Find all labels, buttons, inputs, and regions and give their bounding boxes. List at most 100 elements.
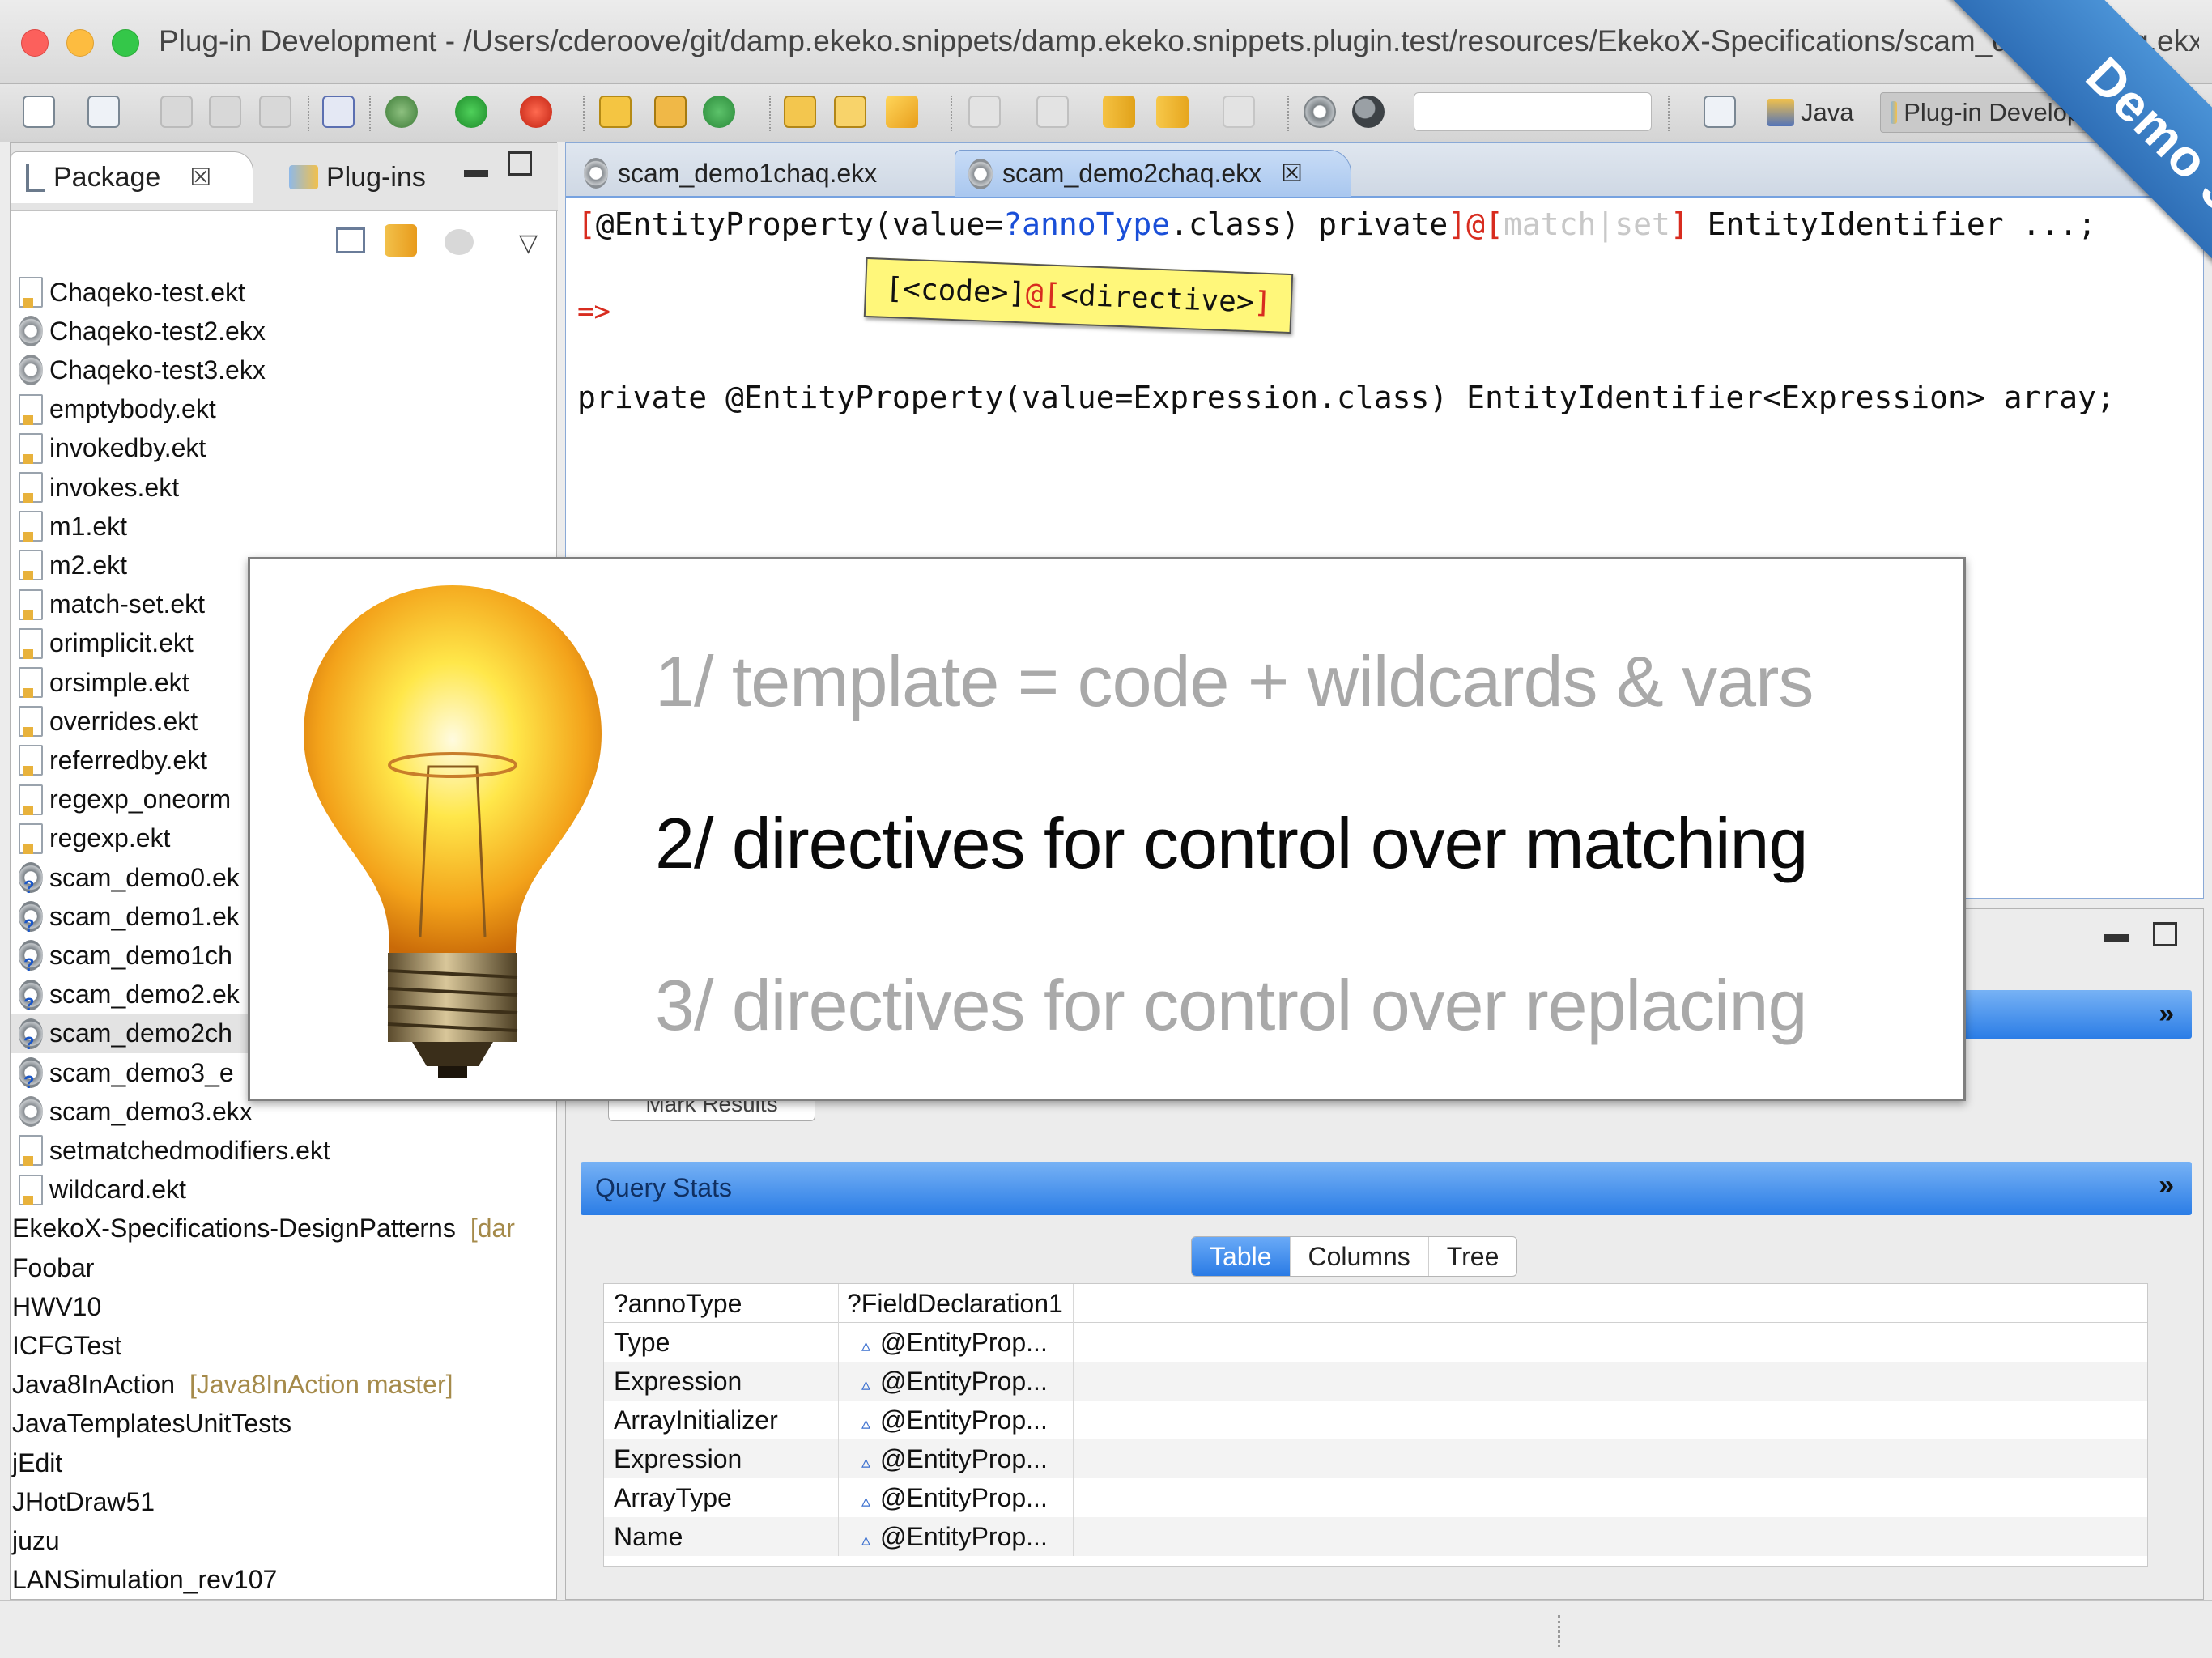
next-annotation-icon[interactable] [968, 96, 1001, 128]
collapse-chevron-icon[interactable]: » [2159, 1170, 2174, 1201]
close-tab-icon[interactable]: ☒ [189, 164, 211, 192]
left-panel-tabs: Package ☒ Plug-ins ▬ [11, 143, 558, 211]
maximize-window-button[interactable] [112, 29, 139, 57]
print-icon[interactable] [259, 96, 291, 128]
tree-file-item[interactable]: invokedby.ekt [11, 429, 556, 468]
table-row[interactable]: Name ▵ @EntityProp... [604, 1517, 2147, 1556]
skip-breakpoints-icon[interactable] [322, 96, 355, 128]
view-mode-table[interactable]: Table [1192, 1237, 1291, 1276]
result-code-line[interactable]: private @EntityProperty(value=Expression… [577, 380, 2115, 415]
directive-text: match|set [1503, 206, 1670, 242]
tree-file-label: regexp_oneorm [49, 784, 232, 814]
tree-file-item[interactable]: Chaqeko-test.ekt [11, 273, 556, 312]
tree-project-item[interactable]: Foobar [11, 1248, 556, 1287]
ast-node-icon: ▵ [861, 1413, 871, 1433]
query-stats-label: Query Stats [595, 1173, 732, 1202]
tree-file-label: scam_demo1ch [49, 940, 232, 970]
project-git-tag: [dar [470, 1214, 515, 1244]
new-java-project-icon[interactable] [599, 96, 632, 128]
template-line[interactable]: [@EntityProperty(value=?annoType.class) … [577, 206, 2096, 242]
table-cell: ArrayType [604, 1478, 839, 1517]
table-row[interactable]: Expression ▵ @EntityProp... [604, 1439, 2147, 1478]
open-perspective-icon[interactable] [1704, 96, 1736, 128]
tree-project-item[interactable]: jEdit [11, 1443, 556, 1482]
view-menu-chevron-down-icon[interactable]: ▽ [519, 229, 538, 257]
tree-project-item[interactable]: JavaTemplatesUnitTests [11, 1405, 556, 1443]
close-window-button[interactable] [21, 29, 49, 57]
tree-project-item[interactable]: ICFGTest [11, 1326, 556, 1365]
tree-file-label: Chaqeko-test.ekt [49, 277, 245, 307]
collapse-all-icon[interactable] [336, 227, 365, 253]
table-cell-value: @EntityProp... [880, 1405, 1048, 1435]
tree-project-item[interactable]: JHotDraw51 [11, 1482, 556, 1521]
ast-node-icon: ▵ [861, 1529, 871, 1550]
tree-project-item[interactable]: juzu [11, 1521, 556, 1560]
last-edit-icon[interactable] [1103, 96, 1135, 128]
previous-annotation-icon[interactable] [1036, 96, 1069, 128]
view-mode-columns[interactable]: Columns [1291, 1237, 1429, 1276]
new-file-icon[interactable] [23, 96, 55, 128]
tree-file-item[interactable]: wildcard.ekt [11, 1171, 556, 1209]
save-icon[interactable] [160, 96, 193, 128]
tree-file-item[interactable]: invokes.ekt [11, 468, 556, 507]
save-all-icon[interactable] [209, 96, 241, 128]
search-icon[interactable] [1352, 96, 1385, 128]
ekx-file-icon [19, 940, 43, 975]
maximize-icon[interactable] [508, 151, 532, 176]
query-stats-header[interactable]: Query Stats » [581, 1162, 2192, 1215]
tab-package-label: Package [53, 162, 161, 193]
new-wizard-icon[interactable] [87, 96, 120, 128]
slide-overlay: 1/ template = code + wildcards & vars 2/… [248, 557, 1966, 1101]
perspective-java[interactable]: Java [1757, 92, 1863, 133]
link-with-editor-icon[interactable] [385, 224, 417, 257]
new-class-icon[interactable] [703, 96, 735, 128]
maximize-icon[interactable] [2153, 922, 2177, 946]
ekeko-gear-icon[interactable] [1304, 96, 1336, 128]
tree-project-item[interactable]: EkekoX-Specifications-DesignPatterns [dar [11, 1209, 556, 1248]
tab-package-explorer[interactable]: Package ☒ [11, 151, 253, 203]
toolbar-search-input[interactable] [1414, 92, 1652, 131]
pen-icon[interactable] [886, 96, 918, 128]
back-icon[interactable] [1156, 96, 1189, 128]
tree-file-item[interactable]: setmatchedmodifiers.ekt [11, 1131, 556, 1170]
table-row[interactable]: ArrayType ▵ @EntityProp... [604, 1478, 2147, 1517]
view-mode-segmented-control: Table Columns Tree [1191, 1236, 1518, 1277]
table-row[interactable]: Expression ▵ @EntityProp... [604, 1362, 2147, 1401]
tree-file-item[interactable]: emptybody.ekt [11, 390, 556, 429]
minimize-icon[interactable]: ▬ [2104, 920, 2129, 948]
overlay-point-1: 1/ template = code + wildcards & vars [655, 641, 1814, 721]
tree-file-item[interactable]: Chaqeko-test3.ekx [11, 351, 556, 389]
open-folder-icon[interactable] [834, 96, 866, 128]
open-type-icon[interactable] [784, 96, 816, 128]
minimize-icon[interactable]: ▬ [464, 156, 488, 184]
table-cell-value: @EntityProp... [880, 1444, 1048, 1473]
run-icon[interactable] [455, 96, 487, 128]
new-package-icon[interactable] [654, 96, 687, 128]
table-column-header[interactable]: ?FieldDeclaration1 [839, 1284, 1074, 1323]
tree-file-label: regexp.ekt [49, 823, 171, 853]
table-column-header[interactable]: ?annoType [604, 1284, 839, 1323]
view-mode-tree[interactable]: Tree [1429, 1237, 1517, 1276]
tree-file-label: invokes.ekt [49, 472, 180, 502]
ekt-file-icon [19, 706, 43, 738]
filter-icon[interactable] [445, 229, 474, 255]
tree-project-item[interactable]: Java8InAction [Java8InAction master] [11, 1366, 556, 1405]
table-row[interactable]: Type ▵ @EntityProp... [604, 1323, 2147, 1362]
tree-project-item[interactable]: LANSimulation_rev107 [11, 1561, 556, 1597]
collapse-chevron-icon[interactable]: » [2159, 998, 2174, 1030]
tree-file-item[interactable]: m1.ekt [11, 507, 556, 546]
debug-icon[interactable] [385, 96, 418, 128]
tree-file-item[interactable]: Chaqeko-test2.ekx [11, 312, 556, 351]
editor-tab-scam-demo1chaq[interactable]: scam_demo1chaq.ekx [571, 150, 945, 197]
editor-tab-scam-demo2chaq[interactable]: scam_demo2chaq.ekx ☒ [955, 150, 1351, 197]
tree-project-item[interactable]: HWV10 [11, 1287, 556, 1326]
tab-plug-ins[interactable]: Plug-ins [289, 151, 426, 203]
resize-grip[interactable] [1558, 1615, 1561, 1647]
hint-at: @[ [1025, 277, 1062, 312]
external-tools-icon[interactable] [520, 96, 552, 128]
minimize-window-button[interactable] [66, 29, 94, 57]
forward-icon[interactable] [1223, 96, 1255, 128]
tree-file-label: emptybody.ekt [49, 394, 216, 424]
table-row[interactable]: ArrayInitializer ▵ @EntityProp... [604, 1401, 2147, 1439]
close-tab-icon[interactable]: ☒ [1281, 159, 1303, 188]
